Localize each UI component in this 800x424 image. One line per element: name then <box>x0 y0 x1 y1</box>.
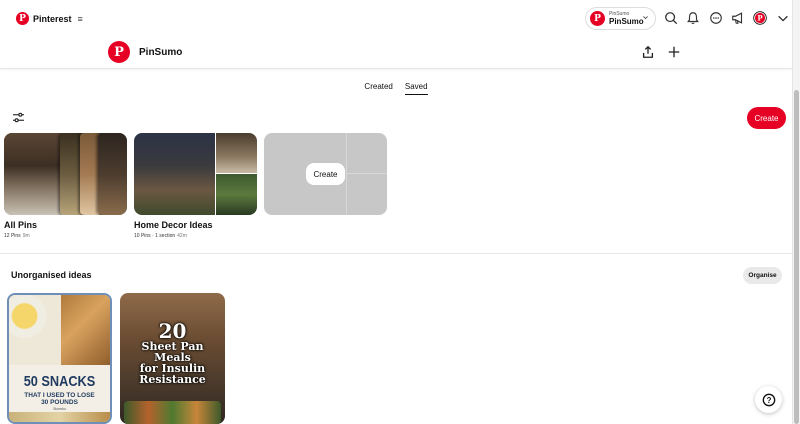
pinterest-profile-page: P Pinterest ≡ P PinSumo PinSumo P P PinS… <box>0 0 800 424</box>
board-home-decor-ideas[interactable]: Home Decor Ideas 10 Pins · 1 section 42m <box>134 133 257 239</box>
chevron-down-icon[interactable] <box>776 11 790 25</box>
scrollbar-thumb[interactable] <box>794 90 799 424</box>
board-cover <box>134 133 257 215</box>
pin-subline-2: 30 POUNDS <box>41 399 78 407</box>
svg-text:P: P <box>757 14 763 23</box>
board-create-placeholder: Create <box>264 133 387 215</box>
pin-image <box>124 401 221 424</box>
board-all-pins[interactable]: All Pins 12 Pins 9m <box>4 133 127 239</box>
board-title: All Pins <box>4 220 38 230</box>
search-icon[interactable] <box>664 11 678 25</box>
pin-number: 20 <box>158 319 187 343</box>
filter-icon[interactable] <box>12 112 25 123</box>
profile-tabs: Created Saved <box>0 82 792 95</box>
message-icon[interactable] <box>709 11 723 25</box>
pin-subline: THAT I USED TO LOSE 30 POUNDS <box>9 392 110 407</box>
pin-subline-1: THAT I USED TO LOSE <box>24 392 95 399</box>
section-title: Unorganised ideas <box>11 270 92 280</box>
account-avatar: P <box>590 11 605 26</box>
chevron-down-icon <box>642 14 649 23</box>
pin-image <box>9 295 61 365</box>
svg-text:?: ? <box>766 396 771 405</box>
pin-image <box>61 295 110 365</box>
board-title: Home Decor Ideas <box>134 220 213 230</box>
tab-saved[interactable]: Saved <box>404 82 428 95</box>
scrollbar[interactable] <box>792 0 800 424</box>
account-switcher[interactable]: P PinSumo PinSumo <box>585 7 656 30</box>
menu-icon[interactable]: ≡ <box>78 14 83 24</box>
pin-headline: 50 SNACKS <box>23 373 96 390</box>
plus-icon[interactable] <box>667 45 681 59</box>
board-age: 9m <box>22 233 30 239</box>
tab-created[interactable]: Created <box>364 82 392 95</box>
brand[interactable]: P Pinterest ≡ <box>16 12 83 25</box>
profile-avatar[interactable]: P <box>108 41 130 63</box>
board-cover <box>4 133 127 215</box>
pinterest-logo-icon: P <box>16 12 29 25</box>
board-age: 42m <box>177 233 187 239</box>
help-icon: ? <box>762 393 775 406</box>
section-divider <box>0 253 792 254</box>
profile-header: P PinSumo <box>0 37 792 69</box>
organise-button[interactable]: Organise <box>743 267 782 284</box>
create-button[interactable]: Create <box>747 107 786 129</box>
pin-line-4: Resistance <box>139 373 206 386</box>
pin-card[interactable]: 20 Sheet Pan Meals for Insulin Resistanc… <box>120 293 225 424</box>
avatar[interactable]: P <box>753 11 767 25</box>
account-text: PinSumo PinSumo <box>609 10 644 26</box>
profile-name: PinSumo <box>139 47 183 58</box>
board-cover-empty: Create <box>264 133 387 215</box>
board-pin-count: 10 Pins <box>134 233 151 239</box>
pin-credit: Stoneko <box>53 407 66 411</box>
create-board-button[interactable]: Create <box>306 163 345 185</box>
help-button[interactable]: ? <box>755 386 782 413</box>
share-icon[interactable] <box>641 45 655 59</box>
pin-overlay-text: 20 Sheet Pan Meals for Insulin Resistanc… <box>120 321 225 385</box>
board-meta: 12 Pins 9m <box>4 233 127 239</box>
megaphone-icon[interactable] <box>731 11 745 25</box>
bell-icon[interactable] <box>686 11 700 25</box>
board-pin-count: 12 Pins <box>4 233 21 239</box>
account-name: PinSumo <box>609 16 644 26</box>
brand-name: Pinterest <box>33 13 72 24</box>
pin-image-footer <box>9 412 110 422</box>
board-sections: 1 section <box>155 233 176 239</box>
account-sub-label: PinSumo <box>609 10 630 17</box>
board-meta: 10 Pins · 1 section 42m <box>134 233 187 239</box>
pin-card[interactable]: 50 SNACKS THAT I USED TO LOSE 30 POUNDS … <box>7 293 112 424</box>
